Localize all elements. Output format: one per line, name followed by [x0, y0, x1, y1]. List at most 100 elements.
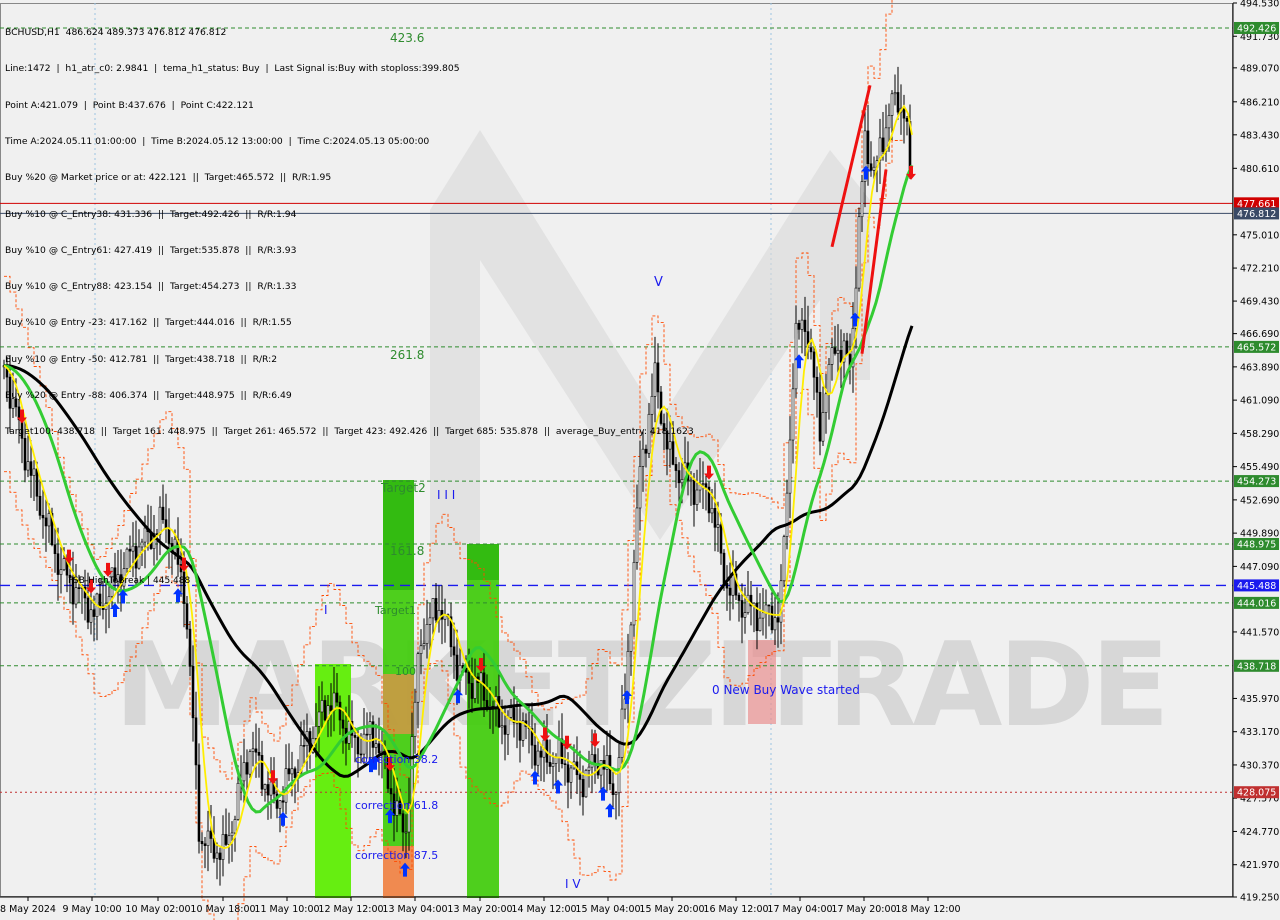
candle-body: [518, 721, 522, 741]
candle-body: [251, 748, 255, 752]
candle-body: [812, 351, 816, 378]
candle-body: [578, 774, 582, 780]
price-level-label: 448.975: [1237, 539, 1276, 550]
candle-body: [791, 388, 795, 441]
info-line: Buy %10 @ C_Entry38: 431.336 || Target:4…: [5, 208, 297, 220]
price-level-label: 465.572: [1237, 342, 1276, 353]
price-level-label: 444.016: [1237, 598, 1276, 609]
time-tick-label: 18 May 12:00: [895, 904, 960, 915]
candle-body: [38, 495, 42, 516]
candle-body: [53, 544, 57, 555]
candle-body: [425, 624, 429, 644]
candle-body: [332, 692, 336, 711]
candle-body: [821, 412, 825, 442]
price-tick-label: 469.430: [1240, 297, 1279, 308]
candle-body: [740, 600, 744, 618]
candle-body: [257, 751, 261, 756]
annotation-label: I V: [565, 877, 581, 891]
candle-body: [803, 319, 807, 332]
candle-body: [419, 645, 423, 654]
candle-body: [614, 792, 618, 795]
candle-body: [368, 721, 372, 735]
candle-body: [809, 347, 813, 353]
candle-body: [284, 768, 288, 803]
info-line: Buy %10 @ C_Entry61: 427.419 || Target:5…: [5, 244, 297, 256]
candle-body: [467, 671, 471, 684]
candle-body: [677, 470, 681, 484]
price-tick-label: 480.610: [1240, 164, 1279, 175]
candle-body: [362, 733, 366, 755]
candle-body: [197, 764, 201, 842]
candle-body: [200, 841, 204, 845]
annotation-label: 100: [395, 665, 416, 678]
time-tick-label: 15 May 20:00: [639, 904, 704, 915]
candle-body: [890, 93, 894, 116]
candle-body: [335, 692, 339, 703]
candle-body: [356, 737, 360, 755]
annotation-label: I: [324, 603, 328, 617]
candle-body: [377, 743, 381, 754]
candle-body: [164, 519, 168, 529]
candle-body: [833, 347, 837, 354]
annotation-label: correction 38.2: [355, 753, 438, 766]
candle-body: [794, 322, 798, 390]
candle-body: [209, 830, 213, 839]
price-level-label: 476.812: [1237, 209, 1276, 220]
candle-body: [710, 508, 714, 514]
candle-body: [62, 558, 66, 571]
candle-body: [416, 653, 420, 703]
price-tick-label: 466.690: [1240, 329, 1279, 340]
candle-body: [242, 762, 246, 782]
candle-body: [230, 832, 234, 837]
candle-body: [800, 319, 804, 330]
candle-body: [302, 745, 306, 747]
candle-body: [329, 705, 333, 711]
candle-body: [401, 813, 405, 833]
candle-body: [188, 628, 192, 667]
candle-body: [857, 216, 861, 289]
candle-body: [404, 831, 408, 834]
price-tick-label: 494.530: [1240, 0, 1279, 10]
annotation-label: I I I: [437, 488, 455, 502]
candle-body: [260, 755, 264, 790]
candle-body: [269, 781, 273, 796]
candle-body: [758, 617, 762, 632]
candle-body: [713, 508, 717, 528]
candle-body: [587, 766, 591, 771]
candle-body: [131, 545, 135, 552]
price-tick-label: 463.890: [1240, 362, 1279, 373]
price-tick-label: 435.970: [1240, 694, 1279, 705]
info-line: Point A:421.079 | Point B:437.676 | Poin…: [5, 99, 254, 111]
info-line: Buy %10 @ C_Entry88: 423.154 || Target:4…: [5, 281, 297, 293]
candle-body: [773, 617, 777, 631]
candle-body: [26, 461, 30, 471]
candle-body: [902, 107, 906, 119]
annotation-label: Target2: [380, 481, 426, 495]
candle-body: [563, 763, 567, 766]
candle-body: [254, 748, 258, 753]
price-level-label: 438.718: [1237, 661, 1276, 672]
price-tick-label: 483.430: [1240, 130, 1279, 141]
candle-body: [785, 492, 789, 537]
candle-body: [128, 548, 132, 552]
candle-body: [536, 750, 540, 766]
candle-body: [140, 541, 144, 548]
time-tick-label: 17 May 04:00: [767, 904, 832, 915]
candle-body: [893, 92, 897, 95]
time-tick-label: 10 May 18:00: [190, 904, 255, 915]
candle-body: [452, 646, 456, 656]
candle-body: [839, 349, 843, 363]
candle-body: [455, 654, 459, 681]
candle-body: [716, 524, 720, 528]
candle-body: [374, 743, 378, 748]
candle-body: [191, 666, 195, 719]
chart-area: MARKETZITRADE 423.6 261.8 Target2 161.8 Targe…: [0, 0, 1280, 920]
candle-body: [827, 364, 831, 395]
price-tick-label: 419.250: [1240, 893, 1279, 904]
candle-body: [167, 527, 171, 544]
candle-body: [788, 439, 792, 494]
candle-body: [611, 783, 615, 795]
candle-body: [266, 784, 270, 796]
candle-body: [56, 553, 60, 575]
candle-body: [743, 612, 747, 618]
